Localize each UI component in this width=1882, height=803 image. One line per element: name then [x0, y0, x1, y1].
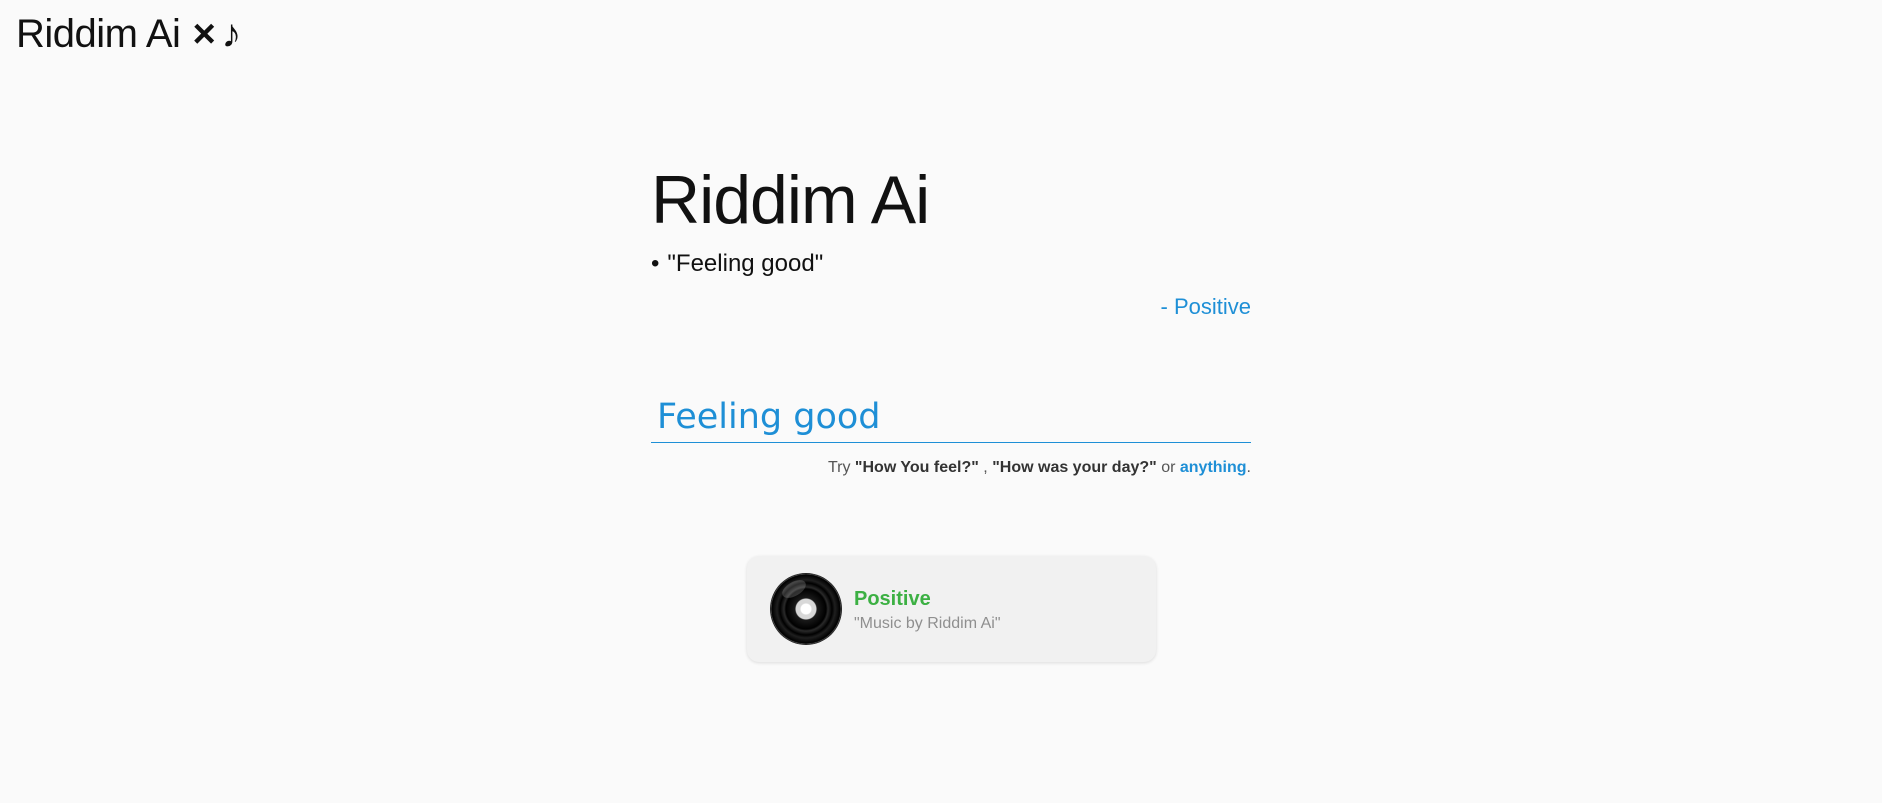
hint-period: .: [1246, 459, 1251, 476]
hint-anything-link[interactable]: anything: [1180, 459, 1247, 476]
music-player-card[interactable]: Positive "Music by Riddim Ai": [747, 556, 1156, 662]
last-input-quote: • "Feeling good": [651, 248, 1251, 280]
vinyl-record-icon[interactable]: [771, 574, 841, 644]
brand-logo[interactable]: Riddim Ai × ♪: [16, 8, 241, 60]
mood-input-wrapper: [651, 394, 1251, 443]
hint-example-2: "How was your day?": [992, 459, 1157, 476]
track-artist: "Music by Riddim Ai": [854, 615, 1001, 632]
input-hint: Try "How You feel?" , "How was your day?…: [651, 457, 1251, 479]
page-title: Riddim Ai: [651, 162, 930, 238]
music-note-icon: ♪: [221, 12, 241, 56]
hint-comma: ,: [983, 459, 988, 476]
hint-or: or: [1161, 459, 1176, 476]
close-x-icon: ×: [192, 12, 216, 56]
track-title: Positive: [854, 588, 931, 610]
main-content: Riddim Ai • "Feeling good" - Positive Try…: [651, 160, 1251, 479]
quote-text: "Feeling good": [667, 250, 824, 277]
hint-prefix: Try: [827, 459, 851, 476]
brand-name: Riddim Ai: [16, 12, 181, 56]
sentiment-label: - Positive: [1160, 294, 1251, 319]
hint-example-1: "How You feel?": [854, 459, 979, 476]
mood-input[interactable]: [651, 394, 1251, 442]
bullet-icon: •: [651, 250, 660, 277]
